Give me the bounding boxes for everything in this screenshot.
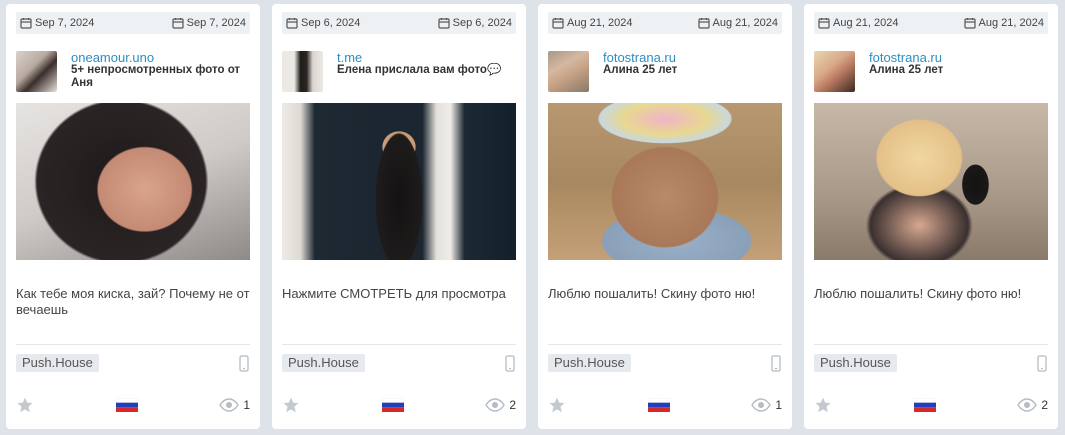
calendar-icon xyxy=(697,18,710,29)
views-count: 1 xyxy=(775,398,782,412)
mobile-phone-icon xyxy=(771,355,781,372)
ad-icon-image xyxy=(548,51,589,92)
ad-icon-image xyxy=(814,51,855,92)
russia-flag-icon xyxy=(648,398,670,412)
star-icon[interactable] xyxy=(548,396,566,414)
ad-description: Как тебе моя киска, зай? Почему не отвеч… xyxy=(16,286,250,317)
first-seen-date-text: Sep 7, 2024 xyxy=(35,17,95,29)
ad-title: Алина 25 лет xyxy=(869,64,944,76)
mobile-phone-icon xyxy=(1037,355,1047,372)
first-seen-date: Sep 7, 2024 xyxy=(20,17,94,29)
calendar-icon xyxy=(172,18,184,29)
date-bar: Aug 21, 2024 Aug 21, 2024 xyxy=(814,12,1048,34)
calendar-icon xyxy=(963,18,976,29)
divider xyxy=(282,344,516,345)
ad-title: 5+ непросмотренных фото от Аня xyxy=(71,64,241,89)
date-bar: Sep 7, 2024 Sep 7, 2024 xyxy=(16,12,250,34)
ad-card-grid: Sep 7, 2024 Sep 7, 2024 oneamour.uno 5+ … xyxy=(0,0,1065,435)
ad-site-link[interactable]: fotostrana.ru xyxy=(869,50,942,65)
first-seen-date: Aug 21, 2024 xyxy=(818,17,898,29)
first-seen-date: Aug 21, 2024 xyxy=(552,17,632,29)
calendar-icon xyxy=(20,18,32,29)
last-seen-date: Sep 6, 2024 xyxy=(438,17,512,29)
divider xyxy=(548,344,782,345)
views-counter: 1 xyxy=(751,398,782,412)
divider xyxy=(814,344,1048,345)
ad-description: Люблю пошалить! Скину фото ню! xyxy=(548,286,756,301)
ad-network-badge[interactable]: Push.House xyxy=(548,354,631,372)
divider xyxy=(16,344,250,345)
ad-network-badge[interactable]: Push.House xyxy=(282,354,365,372)
views-counter: 2 xyxy=(485,398,516,412)
eye-icon xyxy=(1017,398,1038,412)
last-seen-date-text: Aug 21, 2024 xyxy=(712,17,778,29)
star-icon[interactable] xyxy=(814,396,832,414)
first-seen-date-text: Aug 21, 2024 xyxy=(567,17,633,29)
last-seen-date-text: Aug 21, 2024 xyxy=(978,17,1044,29)
calendar-icon xyxy=(438,18,450,29)
views-count: 2 xyxy=(509,398,516,412)
eye-icon xyxy=(219,398,240,412)
date-bar: Aug 21, 2024 Aug 21, 2024 xyxy=(548,12,782,34)
last-seen-date: Aug 21, 2024 xyxy=(963,17,1044,29)
ad-card[interactable]: Aug 21, 2024 Aug 21, 2024 fotostrana.ru … xyxy=(804,4,1058,429)
ad-creative-image[interactable] xyxy=(548,103,782,260)
ad-network-badge[interactable]: Push.House xyxy=(814,354,897,372)
eye-icon xyxy=(751,398,772,412)
mobile-phone-icon xyxy=(505,355,515,372)
ad-title: Алина 25 лет xyxy=(603,64,678,76)
last-seen-date: Sep 7, 2024 xyxy=(172,17,246,29)
calendar-icon xyxy=(552,18,564,29)
ad-site-link[interactable]: t.me xyxy=(337,50,362,65)
star-icon[interactable] xyxy=(282,396,300,414)
ad-card[interactable]: Sep 6, 2024 Sep 6, 2024 t.me Елена присл… xyxy=(272,4,526,429)
ad-icon-image xyxy=(16,51,57,92)
views-counter: 1 xyxy=(219,398,250,412)
date-bar: Sep 6, 2024 Sep 6, 2024 xyxy=(282,12,516,34)
calendar-icon xyxy=(818,18,830,29)
ad-card[interactable]: Aug 21, 2024 Aug 21, 2024 fotostrana.ru … xyxy=(538,4,792,429)
calendar-icon xyxy=(286,18,298,29)
last-seen-date-text: Sep 7, 2024 xyxy=(186,17,246,29)
views-counter: 2 xyxy=(1017,398,1048,412)
ad-creative-image[interactable] xyxy=(282,103,516,260)
ad-creative-image[interactable] xyxy=(814,103,1048,260)
last-seen-date-text: Sep 6, 2024 xyxy=(452,17,512,29)
views-count: 1 xyxy=(243,398,250,412)
ad-header: oneamour.uno 5+ непросмотренных фото от … xyxy=(16,50,250,96)
first-seen-date-text: Aug 21, 2024 xyxy=(833,17,899,29)
ad-header: t.me Елена прислала вам фото💬 xyxy=(282,50,516,96)
ad-creative-image[interactable] xyxy=(16,103,250,260)
ad-title: Елена прислала вам фото💬 xyxy=(337,64,502,76)
ad-description: Люблю пошалить! Скину фото ню! xyxy=(814,286,1022,301)
russia-flag-icon xyxy=(914,398,936,412)
mobile-phone-icon xyxy=(239,355,249,372)
first-seen-date-text: Sep 6, 2024 xyxy=(301,17,361,29)
last-seen-date: Aug 21, 2024 xyxy=(697,17,778,29)
ad-header: fotostrana.ru Алина 25 лет xyxy=(814,50,1048,96)
ad-icon-image xyxy=(282,51,323,92)
russia-flag-icon xyxy=(116,398,138,412)
star-icon[interactable] xyxy=(16,396,34,414)
russia-flag-icon xyxy=(382,398,404,412)
ad-header: fotostrana.ru Алина 25 лет xyxy=(548,50,782,96)
eye-icon xyxy=(485,398,506,412)
ad-description: Нажмите СМОТРЕТЬ для просмотра xyxy=(282,286,506,301)
ad-card[interactable]: Sep 7, 2024 Sep 7, 2024 oneamour.uno 5+ … xyxy=(6,4,260,429)
ad-site-link[interactable]: oneamour.uno xyxy=(71,50,154,65)
views-count: 2 xyxy=(1041,398,1048,412)
ad-site-link[interactable]: fotostrana.ru xyxy=(603,50,676,65)
ad-network-badge[interactable]: Push.House xyxy=(16,354,99,372)
first-seen-date: Sep 6, 2024 xyxy=(286,17,360,29)
